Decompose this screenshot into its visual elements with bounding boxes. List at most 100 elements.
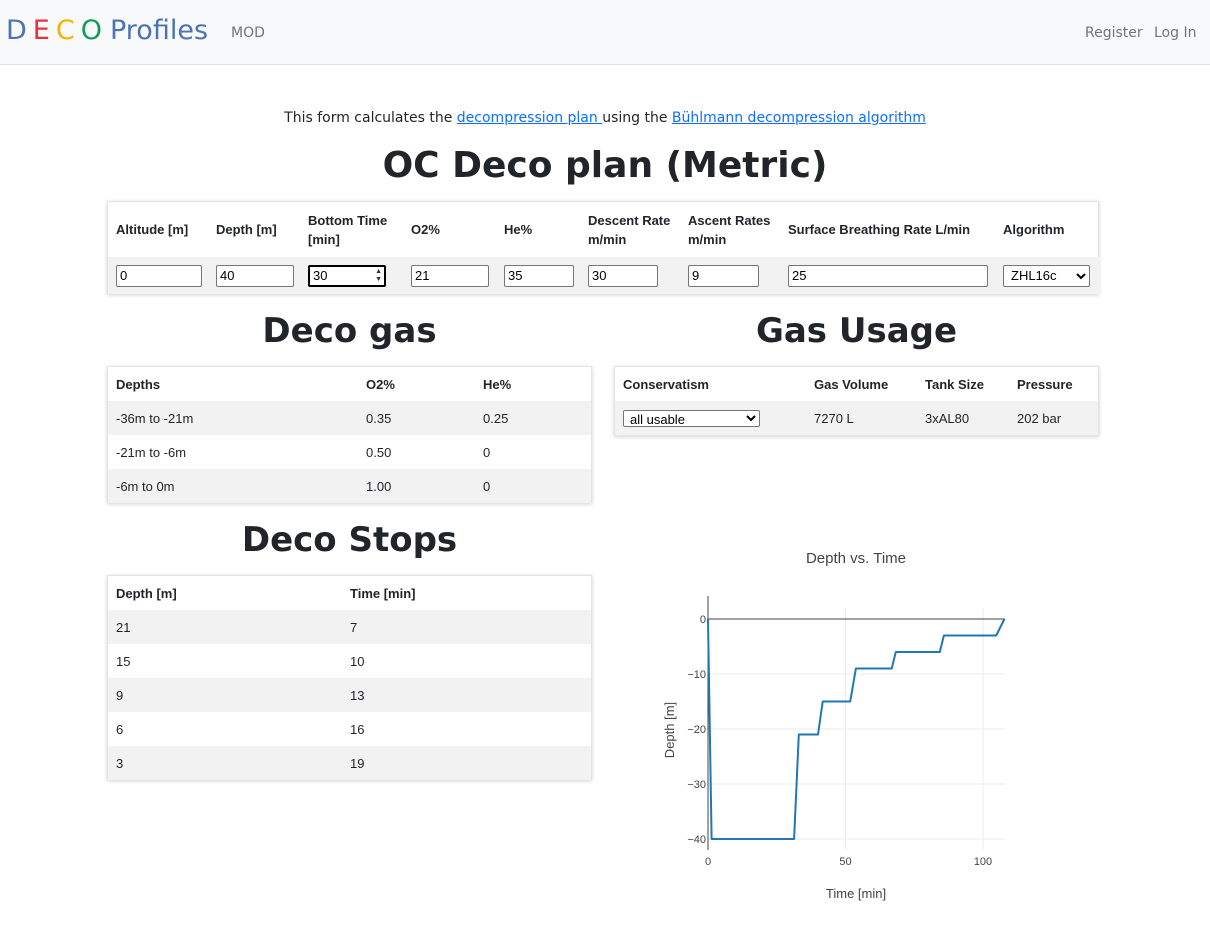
header-depths: Depths xyxy=(116,376,161,392)
brand-letter-e: E xyxy=(32,15,50,46)
header-surface-breathing-rate: Surface Breathing Rate L/min xyxy=(788,222,971,237)
deco-gas-table: Depths O2% He% -36m to -21m 0.35 0.25 -2… xyxy=(108,367,591,503)
depth-vs-time-chart: Depth vs. Time 0 50 100 0 −10 −20 −30 −40 Time … xyxy=(662,550,1006,901)
deco-gas-card: Depths O2% He% -36m to -21m 0.35 0.25 -2… xyxy=(107,366,592,503)
header-depth: Depth [m] xyxy=(216,222,277,237)
header-gas-volume: Gas Volume xyxy=(814,376,889,392)
intro-middle: using the xyxy=(602,110,672,126)
gas-usage-table: Conservatism Gas Volume Tank Size Pressu… xyxy=(615,367,1098,435)
gas-depths-cell: -21m to -6m xyxy=(116,444,187,460)
header-algorithm: Algorithm xyxy=(1003,222,1065,237)
header-gas-o2: O2% xyxy=(366,376,395,392)
table-row: -21m to -6m 0.50 0 xyxy=(108,435,591,469)
bottom-time-stepper[interactable]: ▲▼ xyxy=(308,264,386,287)
depth-input[interactable] xyxy=(216,264,294,287)
descent-rate-input[interactable] xyxy=(588,264,658,287)
gas-he-cell: 0 xyxy=(483,444,491,460)
stop-time-cell: 13 xyxy=(350,687,365,703)
tank-size-cell: 3xAL80 xyxy=(925,410,970,426)
deco-stops-card: Depth [m] Time [min] 21 7 15 10 9 13 6 16 31… xyxy=(107,575,592,780)
deco-stops-table: Depth [m] Time [min] 21 7 15 10 9 13 6 16 31… xyxy=(108,576,591,780)
stop-depth-cell: 15 xyxy=(116,653,131,669)
header-tank-size: Tank Size xyxy=(925,376,985,392)
brand-letter-d: D xyxy=(6,15,27,46)
navbar: D E C O Profiles MOD Register Log In xyxy=(0,0,1210,65)
gas-o2-cell: 0.35 xyxy=(366,410,392,426)
nav-link-mod[interactable]: MOD xyxy=(231,24,265,42)
y-tick-label: 0 xyxy=(700,614,706,626)
header-gas-he: He% xyxy=(483,376,512,392)
table-row: 3 19 xyxy=(108,746,591,780)
nav-link-register[interactable]: Register xyxy=(1085,24,1143,42)
gas-he-cell: 0 xyxy=(483,478,491,494)
altitude-input[interactable] xyxy=(116,264,202,287)
o2-input[interactable] xyxy=(411,264,489,287)
table-row: -36m to -21m 0.35 0.25 xyxy=(108,401,591,435)
chart-title: Depth vs. Time xyxy=(806,550,906,567)
conservatism-select[interactable]: all usable xyxy=(623,409,760,427)
plan-form-card: Altitude [m] Depth [m] Bottom Time [min] … xyxy=(107,201,1100,294)
header-bottom-time: Bottom Time [min] xyxy=(308,212,388,247)
chart-grid xyxy=(708,608,1005,850)
stop-time-cell: 16 xyxy=(350,721,365,737)
gas-depths-cell: -36m to -21m xyxy=(116,410,194,426)
surface-breathing-rate-input[interactable] xyxy=(788,264,988,287)
header-descent-rate: Descent Rate m/min xyxy=(588,212,671,247)
gas-depths-cell: -6m to 0m xyxy=(116,478,175,494)
brand-word: Profiles xyxy=(109,15,209,46)
header-he: He% xyxy=(504,222,533,237)
y-tick-label: −20 xyxy=(687,724,706,736)
brand-letter-c: C xyxy=(55,15,75,46)
stop-depth-cell: 9 xyxy=(116,687,124,703)
stepper-arrows-icon[interactable]: ▲ ▼ xyxy=(375,268,382,284)
gas-usage-title: Gas Usage xyxy=(755,311,958,351)
intro-text: This form calculates the decompression p… xyxy=(0,108,1210,128)
table-row: -6m to 0m 1.00 0 xyxy=(108,469,591,503)
chart-x-axis-label: Time [min] xyxy=(826,886,886,901)
stop-time-cell: 10 xyxy=(350,653,365,669)
gas-he-cell: 0.25 xyxy=(483,410,509,426)
stop-depth-cell: 3 xyxy=(116,755,124,771)
y-tick-label: −30 xyxy=(687,779,706,791)
stop-depth-cell: 6 xyxy=(116,721,124,737)
header-conservatism: Conservatism xyxy=(623,376,709,392)
chart-ticks: 0 50 100 0 −10 −20 −30 −40 xyxy=(687,614,992,868)
decompression-plan-link[interactable]: decompression plan xyxy=(457,110,602,126)
header-stop-depth: Depth [m] xyxy=(116,585,177,601)
table-row: all usable 7270 L 3xAL80 202 bar xyxy=(615,401,1098,435)
y-tick-label: −10 xyxy=(687,669,706,681)
ascent-rate-input[interactable] xyxy=(688,264,759,287)
buhlmann-algorithm-link[interactable]: Bühlmann decompression algorithm xyxy=(672,110,926,126)
page-title: OC Deco plan (Metric) xyxy=(382,145,828,186)
algorithm-select[interactable]: ZHL16c xyxy=(1003,264,1090,287)
header-stop-time: Time [min] xyxy=(350,585,416,601)
chart-axes xyxy=(707,596,1005,850)
plan-form-table: Altitude [m] Depth [m] Bottom Time [min] … xyxy=(108,202,1100,294)
x-tick-label: 50 xyxy=(839,856,851,868)
gas-o2-cell: 1.00 xyxy=(366,478,392,494)
table-row: 9 13 xyxy=(108,678,591,712)
y-tick-label: −40 xyxy=(687,834,706,846)
table-row: 15 10 xyxy=(108,644,591,678)
nav-link-login[interactable]: Log In xyxy=(1154,24,1196,42)
header-pressure: Pressure xyxy=(1017,376,1073,392)
x-tick-label: 100 xyxy=(974,856,992,868)
pressure-cell: 202 bar xyxy=(1017,410,1062,426)
gas-volume-cell: 7270 L xyxy=(814,410,854,426)
x-tick-label: 0 xyxy=(705,856,711,868)
table-row: 6 16 xyxy=(108,712,591,746)
header-altitude: Altitude [m] xyxy=(116,222,189,237)
he-input[interactable] xyxy=(504,264,574,287)
brand-logo[interactable]: D E C O Profiles xyxy=(6,14,208,48)
table-row: 21 7 xyxy=(108,610,591,644)
stop-depth-cell: 21 xyxy=(116,619,131,635)
brand-letter-o: O xyxy=(80,15,102,46)
deco-gas-title: Deco gas xyxy=(262,311,437,351)
header-o2: O2% xyxy=(411,222,440,237)
gas-usage-card: Conservatism Gas Volume Tank Size Pressu… xyxy=(614,366,1099,436)
chart-y-axis-label: Depth [m] xyxy=(662,702,677,758)
gas-o2-cell: 0.50 xyxy=(366,444,392,460)
header-ascent-rates: Ascent Rates m/min xyxy=(688,212,771,247)
stop-time-cell: 7 xyxy=(350,619,358,635)
intro-prefix: This form calculates the xyxy=(284,110,457,126)
